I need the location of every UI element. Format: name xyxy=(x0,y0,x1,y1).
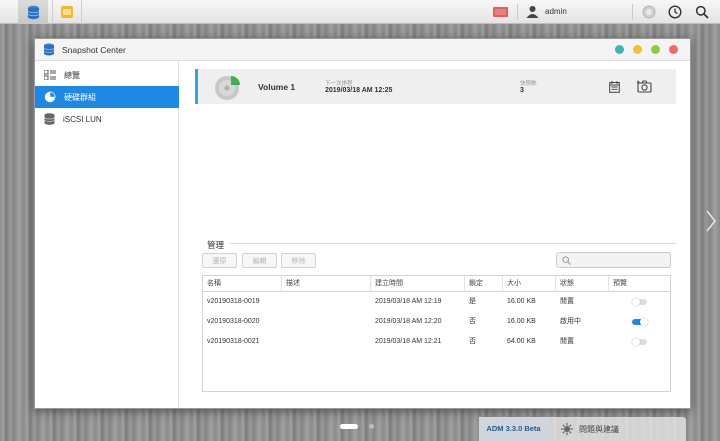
col-preview[interactable]: 預覽 xyxy=(609,276,672,292)
clock-icon[interactable] xyxy=(668,5,682,19)
preview-toggle[interactable] xyxy=(632,338,647,346)
chevron-right-icon[interactable] xyxy=(706,210,716,232)
adm-version[interactable]: ADM 3.3.0 Beta xyxy=(479,417,548,441)
col-size[interactable]: 大小 xyxy=(503,276,556,292)
window-minimize-button[interactable] xyxy=(633,45,642,54)
table-header: 名稱 描述 建立時間 鎖定 大小 狀態 預覽 xyxy=(203,276,670,292)
window-teal-button[interactable] xyxy=(615,45,624,54)
taskbar-divider xyxy=(517,4,518,20)
user-menu[interactable]: admin xyxy=(526,5,567,18)
user-icon xyxy=(526,6,539,18)
schedule-icon[interactable] xyxy=(609,81,620,93)
preview-toggle[interactable] xyxy=(632,318,648,326)
folder-app-button[interactable] xyxy=(52,0,82,24)
cell-created: 2019/03/18 AM 12:19 xyxy=(375,298,442,305)
cell-size: 16.00 KB xyxy=(507,318,536,325)
col-created[interactable]: 建立時間 xyxy=(371,276,465,292)
next-schedule-value: 2019/03/18 AM 12:25 xyxy=(325,87,393,94)
feedback-button[interactable]: 問題與建議 xyxy=(561,423,619,435)
cell-name: v20190318-0019 xyxy=(207,298,260,305)
window-title: Snapshot Center xyxy=(62,45,126,55)
snapshot-table: 名稱 描述 建立時間 鎖定 大小 狀態 預覽 v20190318-0019 20… xyxy=(202,275,671,392)
sidebar-item-iscsi-lun[interactable]: iSCSI LUN xyxy=(35,108,179,130)
snapshot-count-label: 快照數: xyxy=(520,81,539,87)
snapshot-app-icon xyxy=(43,43,55,56)
page-indicator[interactable] xyxy=(369,424,374,429)
cell-description xyxy=(282,292,286,312)
cell-status: 閒置 xyxy=(560,338,574,345)
management-divider xyxy=(230,243,676,244)
table-row[interactable]: v20190318-0019 2019/03/18 AM 12:19 是 16.… xyxy=(203,292,670,312)
storage-app-button[interactable] xyxy=(18,0,48,24)
lun-icon xyxy=(44,113,55,125)
cell-name: v20190318-0021 xyxy=(207,338,260,345)
sidebar: 總覽 硬碟群組 iSCSI LUN xyxy=(35,61,179,408)
overview-icon xyxy=(44,70,56,80)
cell-created: 2019/03/18 AM 12:20 xyxy=(375,318,442,325)
sidebar-item-label: 硬碟群組 xyxy=(64,92,96,102)
feedback-icon xyxy=(561,423,573,435)
window-close-button[interactable] xyxy=(669,45,678,54)
window-maximize-button[interactable] xyxy=(651,45,660,54)
take-snapshot-icon[interactable] xyxy=(637,80,652,93)
volume-card[interactable]: Volume 1 下一次排程 2019/03/18 AM 12:25 快照數: … xyxy=(195,69,676,104)
table-row[interactable]: v20190318-0020 2019/03/18 AM 12:20 否 16.… xyxy=(203,312,670,332)
cell-description xyxy=(282,332,286,352)
footer-bar: ADM 3.3.0 Beta 問題與建議 xyxy=(479,417,686,441)
taskbar-divider xyxy=(632,4,633,20)
cell-locked: 是 xyxy=(469,298,476,305)
network-alert-icon[interactable] xyxy=(493,7,508,21)
volume-name: Volume 1 xyxy=(258,82,296,92)
snapshot-count-value: 3 xyxy=(520,87,524,94)
username: admin xyxy=(545,7,567,16)
cell-locked: 否 xyxy=(469,318,476,325)
cell-locked: 否 xyxy=(469,338,476,345)
page-indicator-active[interactable] xyxy=(340,424,358,429)
folder-app-icon xyxy=(61,6,73,18)
sidebar-item-label: 總覽 xyxy=(64,70,80,80)
sidebar-item-volume[interactable]: 硬碟群組 xyxy=(35,86,179,108)
search-icon xyxy=(562,256,571,265)
edit-button[interactable]: 編輯 xyxy=(242,253,277,268)
preview-toggle[interactable] xyxy=(632,298,647,306)
sidebar-item-overview[interactable]: 總覽 xyxy=(35,64,179,86)
col-locked[interactable]: 鎖定 xyxy=(465,276,503,292)
window-titlebar[interactable]: Snapshot Center xyxy=(35,39,690,61)
col-status[interactable]: 狀態 xyxy=(556,276,609,292)
remove-button[interactable]: 移除 xyxy=(281,253,316,268)
col-description[interactable]: 描述 xyxy=(282,276,371,292)
sidebar-item-label: iSCSI LUN xyxy=(63,114,102,124)
cell-description xyxy=(282,312,286,332)
restore-button[interactable]: 還原 xyxy=(202,253,237,268)
taskbar: admin xyxy=(0,0,720,24)
cell-size: 64.00 KB xyxy=(507,338,536,345)
snapshot-center-window: Snapshot Center 總覽 硬碟群組 iSCSI LUN Volume… xyxy=(34,38,691,409)
cell-status: 啟用中 xyxy=(560,318,581,325)
col-name[interactable]: 名稱 xyxy=(203,276,282,292)
management-title: 管理 xyxy=(207,240,225,250)
next-schedule-label: 下一次排程 xyxy=(325,81,353,87)
feedback-label: 問題與建議 xyxy=(579,424,619,434)
status-icon[interactable] xyxy=(642,5,656,19)
cell-created: 2019/03/18 AM 12:21 xyxy=(375,338,442,345)
cell-status: 閒置 xyxy=(560,298,574,305)
table-row[interactable]: v20190318-0021 2019/03/18 AM 12:21 否 64.… xyxy=(203,332,670,352)
volume-icon xyxy=(44,91,56,103)
cell-name: v20190318-0020 xyxy=(207,318,260,325)
storage-app-icon xyxy=(27,5,39,19)
cell-size: 16.00 KB xyxy=(507,298,536,305)
search-icon[interactable] xyxy=(695,5,709,19)
snapshot-search-input[interactable] xyxy=(556,252,671,268)
volume-disk-icon xyxy=(215,76,240,100)
